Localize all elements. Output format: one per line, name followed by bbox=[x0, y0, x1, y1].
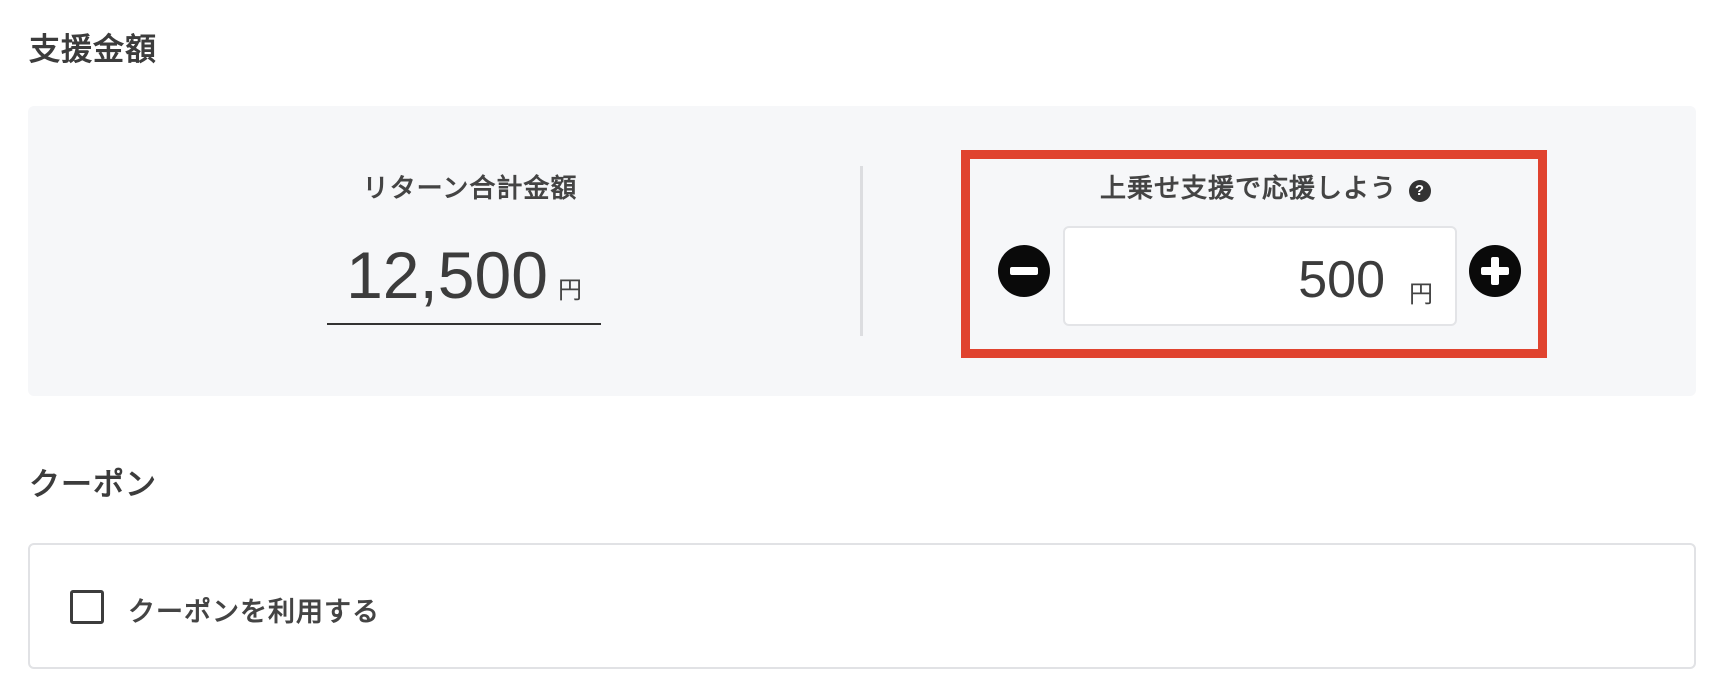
minus-icon bbox=[1010, 267, 1038, 275]
addon-support-label: 上乗せ支援で応援しよう? bbox=[1100, 168, 1432, 205]
return-total-label: リターン合計金額 bbox=[362, 174, 578, 204]
question-circle-icon[interactable]: ? bbox=[1409, 180, 1432, 202]
addon-amount-value: 500 bbox=[1298, 251, 1385, 309]
plus-icon-vertical bbox=[1491, 257, 1499, 285]
increase-amount-button[interactable] bbox=[1469, 245, 1521, 297]
addon-amount-currency: 円 bbox=[1409, 280, 1433, 308]
use-coupon-label[interactable]: クーポンを利用する bbox=[128, 590, 380, 629]
decrease-amount-button[interactable] bbox=[998, 245, 1050, 297]
return-total-display: 12,500 円 bbox=[327, 230, 601, 325]
use-coupon-checkbox[interactable] bbox=[70, 590, 104, 624]
addon-amount-input[interactable]: 500 円 bbox=[1063, 226, 1457, 326]
return-total-value: 12,500 bbox=[346, 238, 548, 312]
coupon-box: クーポンを利用する bbox=[28, 543, 1696, 669]
support-amount-title: 支援金額 bbox=[29, 32, 157, 68]
panel-divider bbox=[860, 166, 863, 336]
return-total-currency: 円 bbox=[557, 276, 582, 304]
addon-support-label-text: 上乗せ支援で応援しよう bbox=[1100, 174, 1398, 204]
coupon-title: クーポン bbox=[29, 467, 157, 503]
